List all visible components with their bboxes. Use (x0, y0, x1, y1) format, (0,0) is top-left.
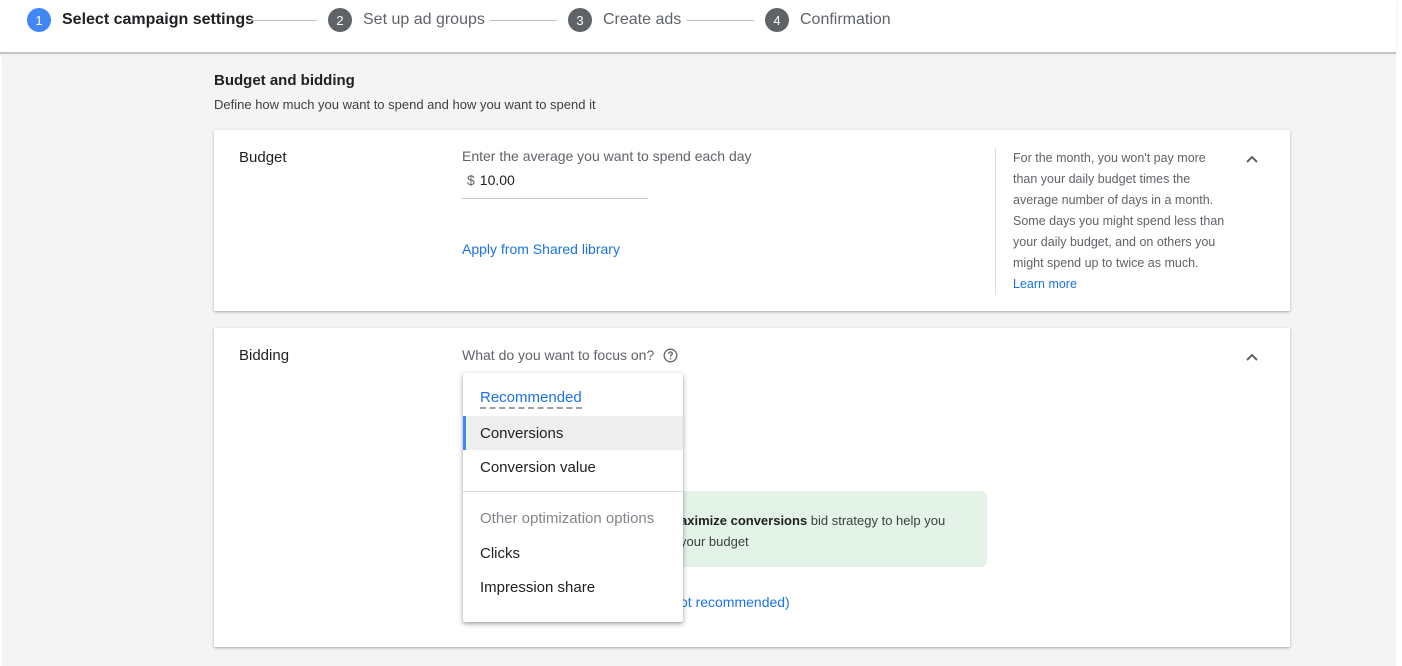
budget-help-body: For the month, you won't pay more than y… (1013, 151, 1225, 270)
budget-heading: Budget (239, 149, 287, 166)
step-connector (687, 20, 754, 21)
campaign-stepper: 1 Select campaign settings 2 Set up ad g… (0, 0, 1396, 54)
step-number: 2 (328, 8, 352, 32)
info-text-line1: bid strategy to help you (807, 513, 946, 528)
currency-symbol: $ (467, 172, 475, 188)
step-set-up-ad-groups[interactable]: 2 Set up ad groups (328, 8, 485, 32)
manual-bidding-link[interactable]: ot recommended) (680, 594, 790, 610)
learn-more-link[interactable]: Learn more (1013, 277, 1077, 291)
chevron-up-icon[interactable] (1245, 154, 1259, 164)
menu-header-recommended: Recommended (480, 389, 582, 409)
step-label: Set up ad groups (363, 11, 485, 28)
focus-dropdown-menu: Recommended Conversions Conversion value… (463, 373, 683, 622)
menu-item-conversions[interactable]: Conversions (463, 416, 683, 450)
bidding-focus-question: What do you want to focus on? (462, 347, 678, 363)
help-icon[interactable] (663, 348, 678, 363)
daily-budget-input[interactable]: $ 10.00 (462, 172, 648, 199)
step-confirmation[interactable]: 4 Confirmation (765, 8, 891, 32)
menu-item-clicks[interactable]: Clicks (463, 536, 683, 570)
step-connector (250, 20, 317, 21)
section-title: Budget and bidding (214, 72, 355, 89)
step-label: Create ads (603, 11, 682, 28)
bidding-question-text: What do you want to focus on? (462, 347, 655, 363)
step-number: 4 (765, 8, 789, 32)
budget-card: Budget Enter the average you want to spe… (214, 130, 1290, 311)
chevron-up-icon[interactable] (1245, 352, 1259, 362)
step-label: Confirmation (800, 11, 891, 28)
budget-help-text: For the month, you won't pay more than y… (1013, 148, 1228, 295)
step-select-campaign-settings[interactable]: 1 Select campaign settings (27, 8, 254, 32)
step-connector (490, 20, 557, 21)
menu-header-other-options: Other optimization options (480, 510, 655, 527)
menu-item-conversion-value[interactable]: Conversion value (463, 450, 683, 484)
step-label: Select campaign settings (62, 11, 255, 28)
bidding-heading: Bidding (239, 347, 290, 364)
info-text-line2: your budget (680, 534, 749, 549)
divider (995, 148, 996, 294)
section-subtitle: Define how much you want to spend and ho… (214, 97, 596, 112)
menu-divider (463, 491, 683, 492)
budget-value[interactable]: 10.00 (480, 172, 515, 188)
bid-strategy-info-text: aximize conversions bid strategy to help… (680, 510, 945, 552)
step-number: 1 (27, 8, 51, 32)
budget-prompt: Enter the average you want to spend each… (462, 148, 752, 164)
bidding-card: Bidding What do you want to focus on? ax… (214, 328, 1290, 647)
apply-shared-library-link[interactable]: Apply from Shared library (462, 241, 620, 257)
info-bold-text: aximize conversions (680, 513, 808, 528)
step-create-ads[interactable]: 3 Create ads (568, 8, 681, 32)
menu-item-impression-share[interactable]: Impression share (463, 570, 683, 604)
step-number: 3 (568, 8, 592, 32)
